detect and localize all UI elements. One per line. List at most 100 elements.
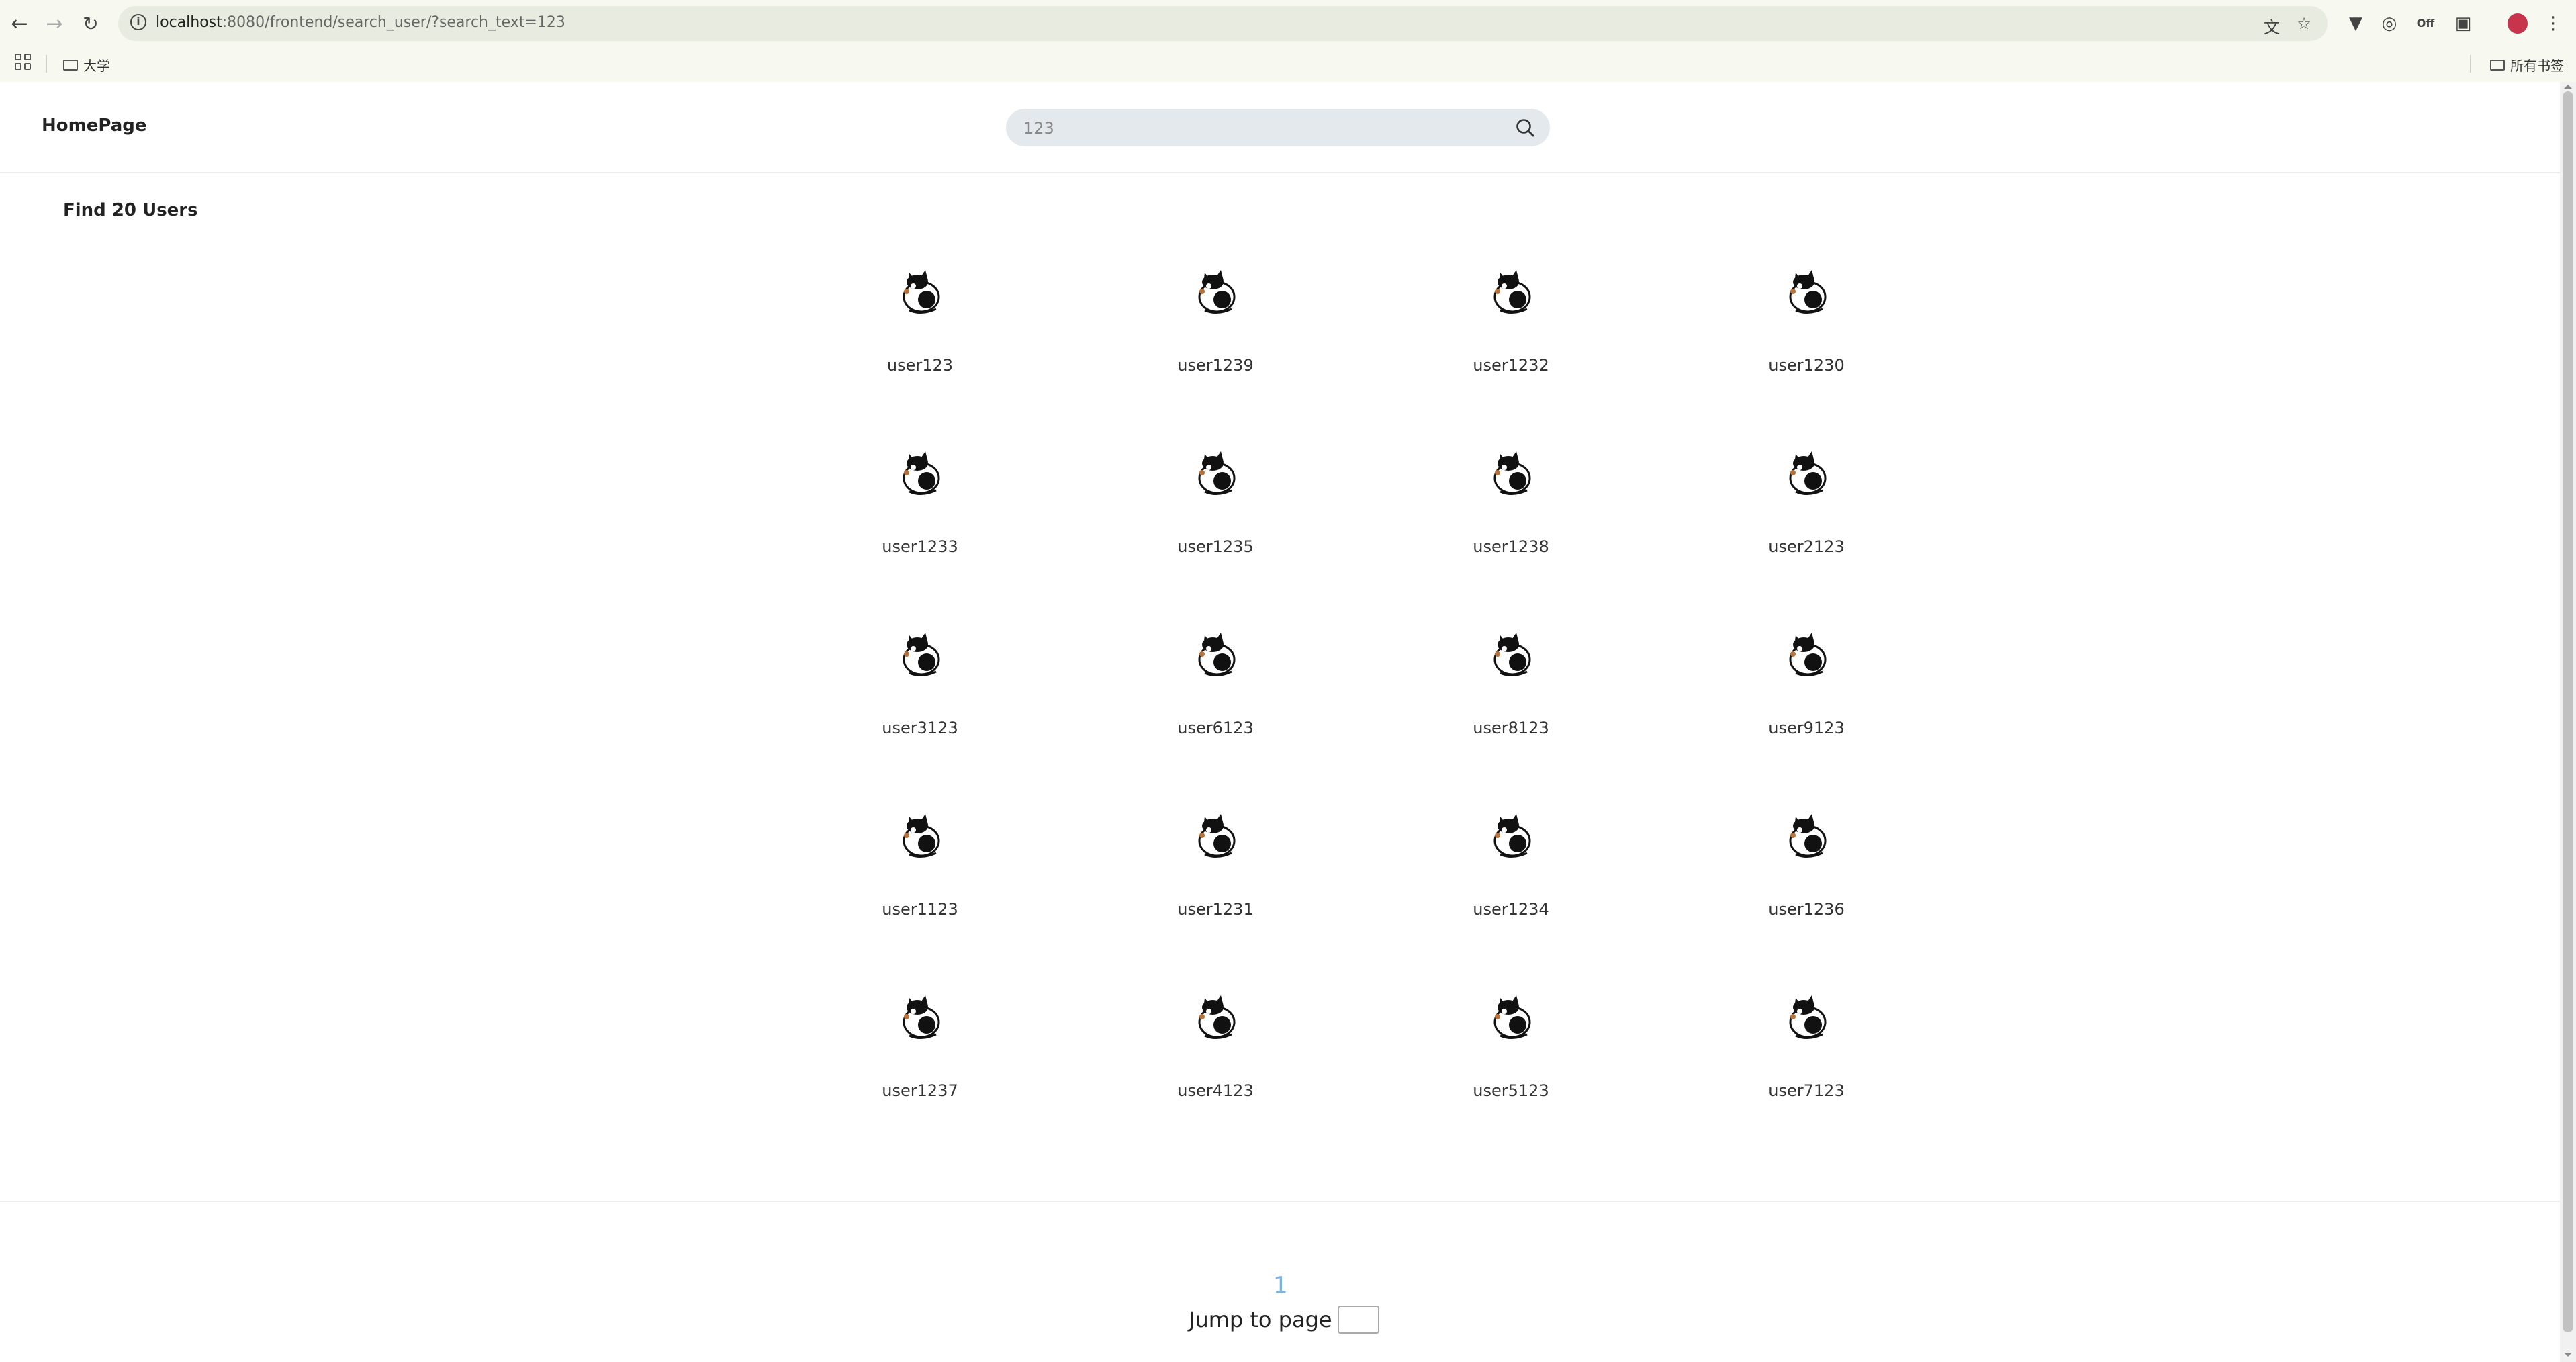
user-card[interactable]: user1238 (1363, 445, 1659, 626)
page-number-link[interactable]: 1 (1273, 1272, 1288, 1299)
extensions-puzzle-icon[interactable]: ▣ (2451, 11, 2475, 36)
user-name[interactable]: user7123 (1768, 1081, 1844, 1100)
back-icon[interactable]: ← (5, 9, 34, 38)
address-bar[interactable]: i localhost:8080/frontend/search_user/?s… (118, 6, 2328, 41)
cat-avatar-icon[interactable] (893, 807, 947, 861)
jump-label: Jump to page (1189, 1307, 1332, 1332)
user-card[interactable]: user2123 (1659, 445, 1954, 626)
address-url[interactable]: localhost:8080/frontend/search_user/?sea… (156, 14, 565, 31)
user-card[interactable]: user1232 (1363, 263, 1659, 445)
user-card[interactable]: user1237 (772, 989, 1068, 1170)
user-card[interactable]: user1233 (772, 445, 1068, 626)
results-title: Find 20 Users (63, 200, 198, 220)
user-name[interactable]: user1233 (882, 537, 958, 556)
user-name[interactable]: user1236 (1768, 900, 1844, 919)
pagination: 1 Jump to page (0, 1272, 2560, 1362)
user-name[interactable]: user9123 (1768, 719, 1844, 737)
extension-circle-icon[interactable]: ◎ (2377, 11, 2401, 36)
page-viewport: HomePage Find 20 Users user123 (0, 82, 2560, 1362)
user-name[interactable]: user6123 (1177, 719, 1253, 737)
user-card[interactable]: user1123 (772, 807, 1068, 989)
off-extension-icon[interactable]: Off (2413, 11, 2438, 36)
search-icon[interactable] (1515, 118, 1535, 138)
all-bookmarks[interactable]: 所有书签 (2490, 55, 2564, 75)
reload-icon[interactable]: ↻ (77, 9, 105, 38)
cat-avatar-icon[interactable] (893, 445, 947, 498)
user-card[interactable]: user3123 (772, 626, 1068, 807)
url-host: localhost (156, 14, 222, 31)
cat-avatar-icon[interactable] (1780, 626, 1833, 680)
user-card[interactable]: user7123 (1659, 989, 1954, 1170)
user-name[interactable]: user1231 (1177, 900, 1253, 919)
scroll-down-arrow-icon[interactable] (2564, 1353, 2572, 1357)
user-card[interactable]: user1236 (1659, 807, 1954, 989)
cat-avatar-icon[interactable] (1484, 445, 1538, 498)
cat-avatar-icon[interactable] (1189, 263, 1242, 317)
cat-avatar-icon[interactable] (1780, 807, 1833, 861)
profile-avatar[interactable] (2508, 13, 2528, 34)
user-card[interactable]: user9123 (1659, 626, 1954, 807)
forward-icon[interactable]: → (40, 9, 68, 38)
user-name[interactable]: user1237 (882, 1081, 958, 1100)
menu-icon[interactable]: ⋮ (2541, 11, 2565, 36)
cat-avatar-icon[interactable] (893, 989, 947, 1042)
cat-avatar-icon[interactable] (1484, 807, 1538, 861)
bookmarks-separator (46, 55, 47, 73)
folder-icon (2490, 59, 2505, 71)
user-name[interactable]: user1239 (1177, 356, 1253, 375)
user-card[interactable]: user1230 (1659, 263, 1954, 445)
user-name[interactable]: user1232 (1473, 356, 1549, 375)
scrollbar[interactable] (2560, 82, 2576, 1362)
cat-avatar-icon[interactable] (1189, 807, 1242, 861)
cat-avatar-icon[interactable] (1189, 989, 1242, 1042)
site-info-icon[interactable]: i (130, 14, 146, 30)
cat-avatar-icon[interactable] (1780, 263, 1833, 317)
cat-avatar-icon[interactable] (1484, 989, 1538, 1042)
user-name[interactable]: user1123 (882, 900, 958, 919)
jump-to-page: Jump to page (1189, 1306, 1379, 1334)
filter-extension-icon[interactable]: ▼ (2344, 11, 2368, 36)
cat-avatar-icon[interactable] (1189, 445, 1242, 498)
user-card[interactable]: user1239 (1068, 263, 1363, 445)
folder-icon (63, 59, 78, 71)
user-name[interactable]: user8123 (1473, 719, 1549, 737)
cat-avatar-icon[interactable] (1189, 626, 1242, 680)
scroll-up-arrow-icon[interactable] (2564, 85, 2572, 89)
user-card[interactable]: user4123 (1068, 989, 1363, 1170)
translate-icon[interactable]: 文 (2262, 14, 2282, 37)
content-divider (0, 1201, 2560, 1202)
user-card[interactable]: user6123 (1068, 626, 1363, 807)
bookmarks-separator-right (2470, 55, 2471, 73)
user-card[interactable]: user1235 (1068, 445, 1363, 626)
jump-page-input[interactable] (1337, 1306, 1379, 1334)
search-input[interactable] (1022, 109, 1495, 148)
user-name[interactable]: user2123 (1768, 537, 1844, 556)
user-card[interactable]: user1231 (1068, 807, 1363, 989)
cat-avatar-icon[interactable] (1780, 989, 1833, 1042)
user-card[interactable]: user5123 (1363, 989, 1659, 1170)
cat-avatar-icon[interactable] (1484, 263, 1538, 317)
cat-avatar-icon[interactable] (1780, 445, 1833, 498)
scrollbar-thumb[interactable] (2563, 91, 2573, 1332)
homepage-link[interactable]: HomePage (42, 116, 147, 136)
star-icon[interactable]: ☆ (2294, 14, 2314, 33)
user-name[interactable]: user4123 (1177, 1081, 1253, 1100)
browser-toolbar: ← → ↻ i localhost:8080/frontend/search_u… (0, 0, 2576, 47)
cat-avatar-icon[interactable] (893, 263, 947, 317)
user-name[interactable]: user5123 (1473, 1081, 1549, 1100)
cat-avatar-icon[interactable] (1484, 626, 1538, 680)
bookmark-label: 大学 (83, 58, 110, 74)
user-name[interactable]: user3123 (882, 719, 958, 737)
user-card[interactable]: user1234 (1363, 807, 1659, 989)
user-card[interactable]: user123 (772, 263, 1068, 445)
user-name[interactable]: user1234 (1473, 900, 1549, 919)
user-name[interactable]: user1235 (1177, 537, 1253, 556)
user-card[interactable]: user8123 (1363, 626, 1659, 807)
apps-grid-icon[interactable] (15, 54, 31, 70)
user-name[interactable]: user123 (887, 356, 953, 375)
cat-avatar-icon[interactable] (893, 626, 947, 680)
user-name[interactable]: user1230 (1768, 356, 1844, 375)
user-name[interactable]: user1238 (1473, 537, 1549, 556)
bookmark-item[interactable]: 大学 (63, 55, 110, 75)
url-path: :8080/frontend/search_user/?search_text=… (222, 14, 565, 31)
